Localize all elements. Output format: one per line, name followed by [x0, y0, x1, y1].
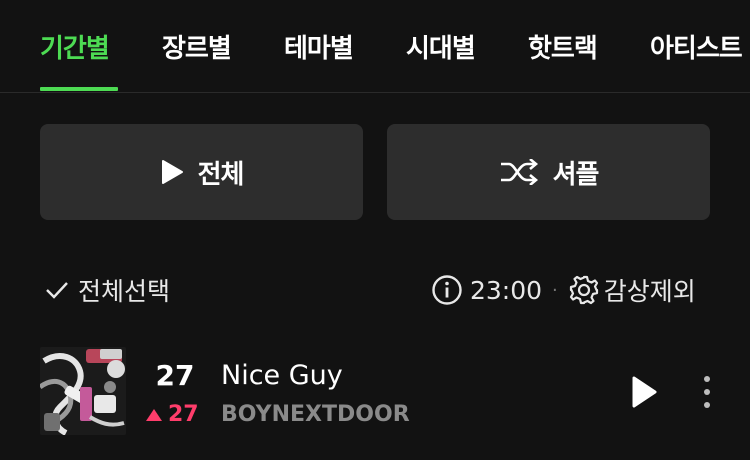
rank-change: 27 [145, 402, 199, 427]
more-options-icon[interactable] [700, 375, 714, 409]
select-all-label: 전체선택 [78, 277, 171, 306]
play-all-button[interactable]: 전체 [40, 124, 363, 220]
category-tab-bar: 기간별 장르별 테마별 시대별 핫트랙 아티스트 [0, 0, 750, 93]
tab-genre[interactable]: 장르별 [162, 28, 232, 65]
chart-toolbar: 23:00 · 감상제외 [431, 270, 696, 310]
select-all-button[interactable]: 전체선택 [44, 270, 170, 310]
exclude-label: 감상제외 [603, 277, 696, 306]
exclude-button[interactable]: 감상제외 [568, 272, 696, 308]
chart-time: 23:00 [470, 275, 543, 305]
tab-hot-track[interactable]: 핫트랙 [528, 28, 598, 65]
play-song-icon[interactable] [630, 375, 658, 409]
play-icon [161, 160, 183, 184]
song-artist[interactable]: BOYNEXTDOOR [221, 402, 410, 427]
album-art [40, 347, 126, 435]
play-all-label: 전체 [197, 159, 245, 190]
chart-rank: 27 [155, 359, 195, 392]
separator-dot: · [552, 279, 558, 301]
tab-era[interactable]: 시대별 [406, 28, 476, 65]
active-tab-indicator [40, 87, 118, 91]
info-icon[interactable] [431, 274, 463, 306]
shuffle-icon [500, 159, 538, 185]
rank-change-value: 27 [168, 402, 199, 427]
chart-song-row[interactable]: 27 27 Nice Guy BOYNEXTDOOR [40, 347, 710, 437]
checkmark-icon [46, 282, 68, 299]
tab-theme[interactable]: 테마별 [284, 28, 354, 65]
tab-artist[interactable]: 아티스트 [650, 28, 743, 65]
rank-up-icon [146, 408, 162, 421]
gear-icon [569, 275, 598, 305]
song-title[interactable]: Nice Guy [221, 360, 343, 391]
tab-period[interactable]: 기간별 [40, 28, 110, 65]
shuffle-button[interactable]: 셔플 [387, 124, 710, 220]
shuffle-label: 셔플 [552, 159, 600, 190]
